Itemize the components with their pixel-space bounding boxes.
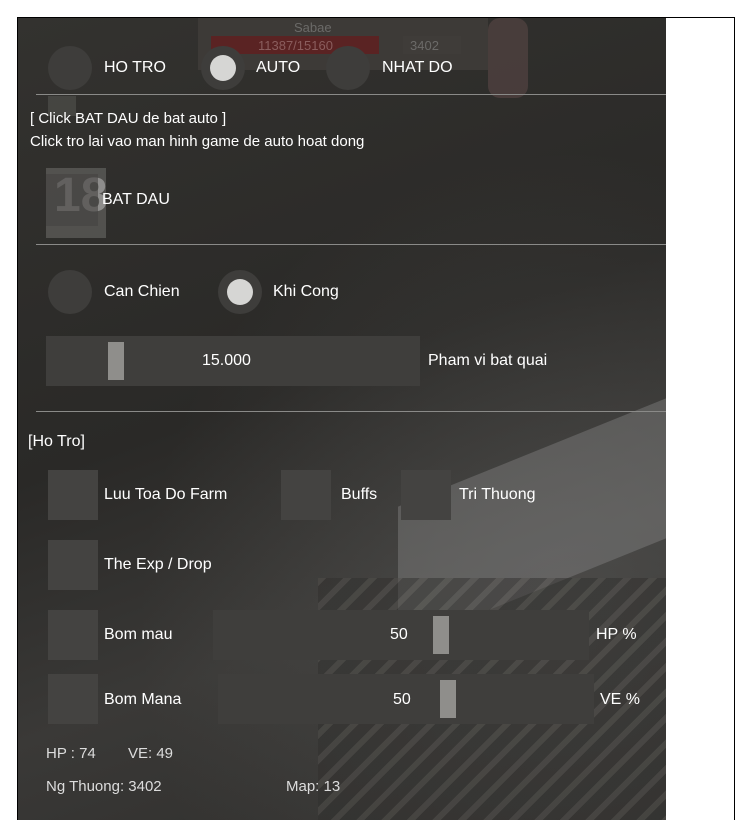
tab-nhat-do-radio[interactable] [326,46,370,90]
the-exp-drop-label[interactable]: The Exp / Drop [104,556,212,574]
status-hp: HP : 74 [46,745,96,762]
tab-ho-tro-radio[interactable] [48,46,92,90]
khi-cong-label[interactable]: Khi Cong [273,283,339,301]
hp-percent-unit: HP % [596,626,637,643]
auto-panel: Sabae 11387/15160 3402 18 HO TRO AUTO NH… [18,18,666,820]
support-title: [Ho Tro] [28,433,85,450]
status-map: Map: 13 [286,778,341,795]
bom-mau-checkbox[interactable] [48,610,98,660]
game-hp-text: 11387/15160 [258,38,333,53]
bom-mau-label[interactable]: Bom mau [104,626,172,644]
hp-slider-thumb[interactable] [433,616,449,654]
tri-thuong-checkbox[interactable] [401,470,451,520]
range-slider-thumb[interactable] [108,342,124,380]
luu-toa-do-checkbox[interactable] [48,470,98,520]
hp-percent-slider[interactable]: 50 [213,610,589,660]
luu-toa-do-label[interactable]: Luu Toa Do Farm [104,486,227,504]
range-label: Pham vi bat quai [428,352,548,369]
bom-mana-label[interactable]: Bom Mana [104,691,181,709]
buffs-label[interactable]: Buffs [341,486,377,504]
can-chien-label[interactable]: Can Chien [104,283,180,301]
status-ve: VE: 49 [128,745,174,762]
ve-percent-unit: VE % [600,691,641,708]
bom-mana-checkbox[interactable] [48,674,98,724]
range-slider[interactable]: 15.000 [46,336,420,386]
start-button[interactable]: BAT DAU [102,191,170,209]
range-value: 15.000 [202,352,251,369]
tab-ho-tro-label[interactable]: HO TRO [104,59,166,77]
hp-percent-value: 50 [390,626,408,643]
can-chien-radio[interactable] [48,270,92,314]
tab-auto-radio[interactable] [201,46,245,90]
auto-hint-title: [ Click BAT DAU de bat auto ] [30,110,227,127]
ve-slider-thumb[interactable] [440,680,456,718]
tab-auto-label[interactable]: AUTO [256,59,300,77]
divider [36,244,666,245]
buffs-checkbox[interactable] [281,470,331,520]
divider [36,411,666,412]
divider [36,94,666,95]
start-button-box[interactable] [46,174,98,226]
tab-nhat-do-label[interactable]: NHAT DO [382,59,453,77]
game-orb [488,18,528,98]
ve-percent-value: 50 [393,691,411,708]
ve-percent-slider[interactable]: 50 [218,674,594,724]
the-exp-drop-checkbox[interactable] [48,540,98,590]
game-bar2-text: 3402 [410,38,439,53]
tri-thuong-label[interactable]: Tri Thuong [459,486,535,504]
auto-hint-text: Click tro lai vao man hinh game de auto … [30,133,365,150]
status-ng-thuong: Ng Thuong: 3402 [46,778,162,795]
khi-cong-radio[interactable] [218,270,262,314]
game-name-text: Sabae [294,20,332,35]
